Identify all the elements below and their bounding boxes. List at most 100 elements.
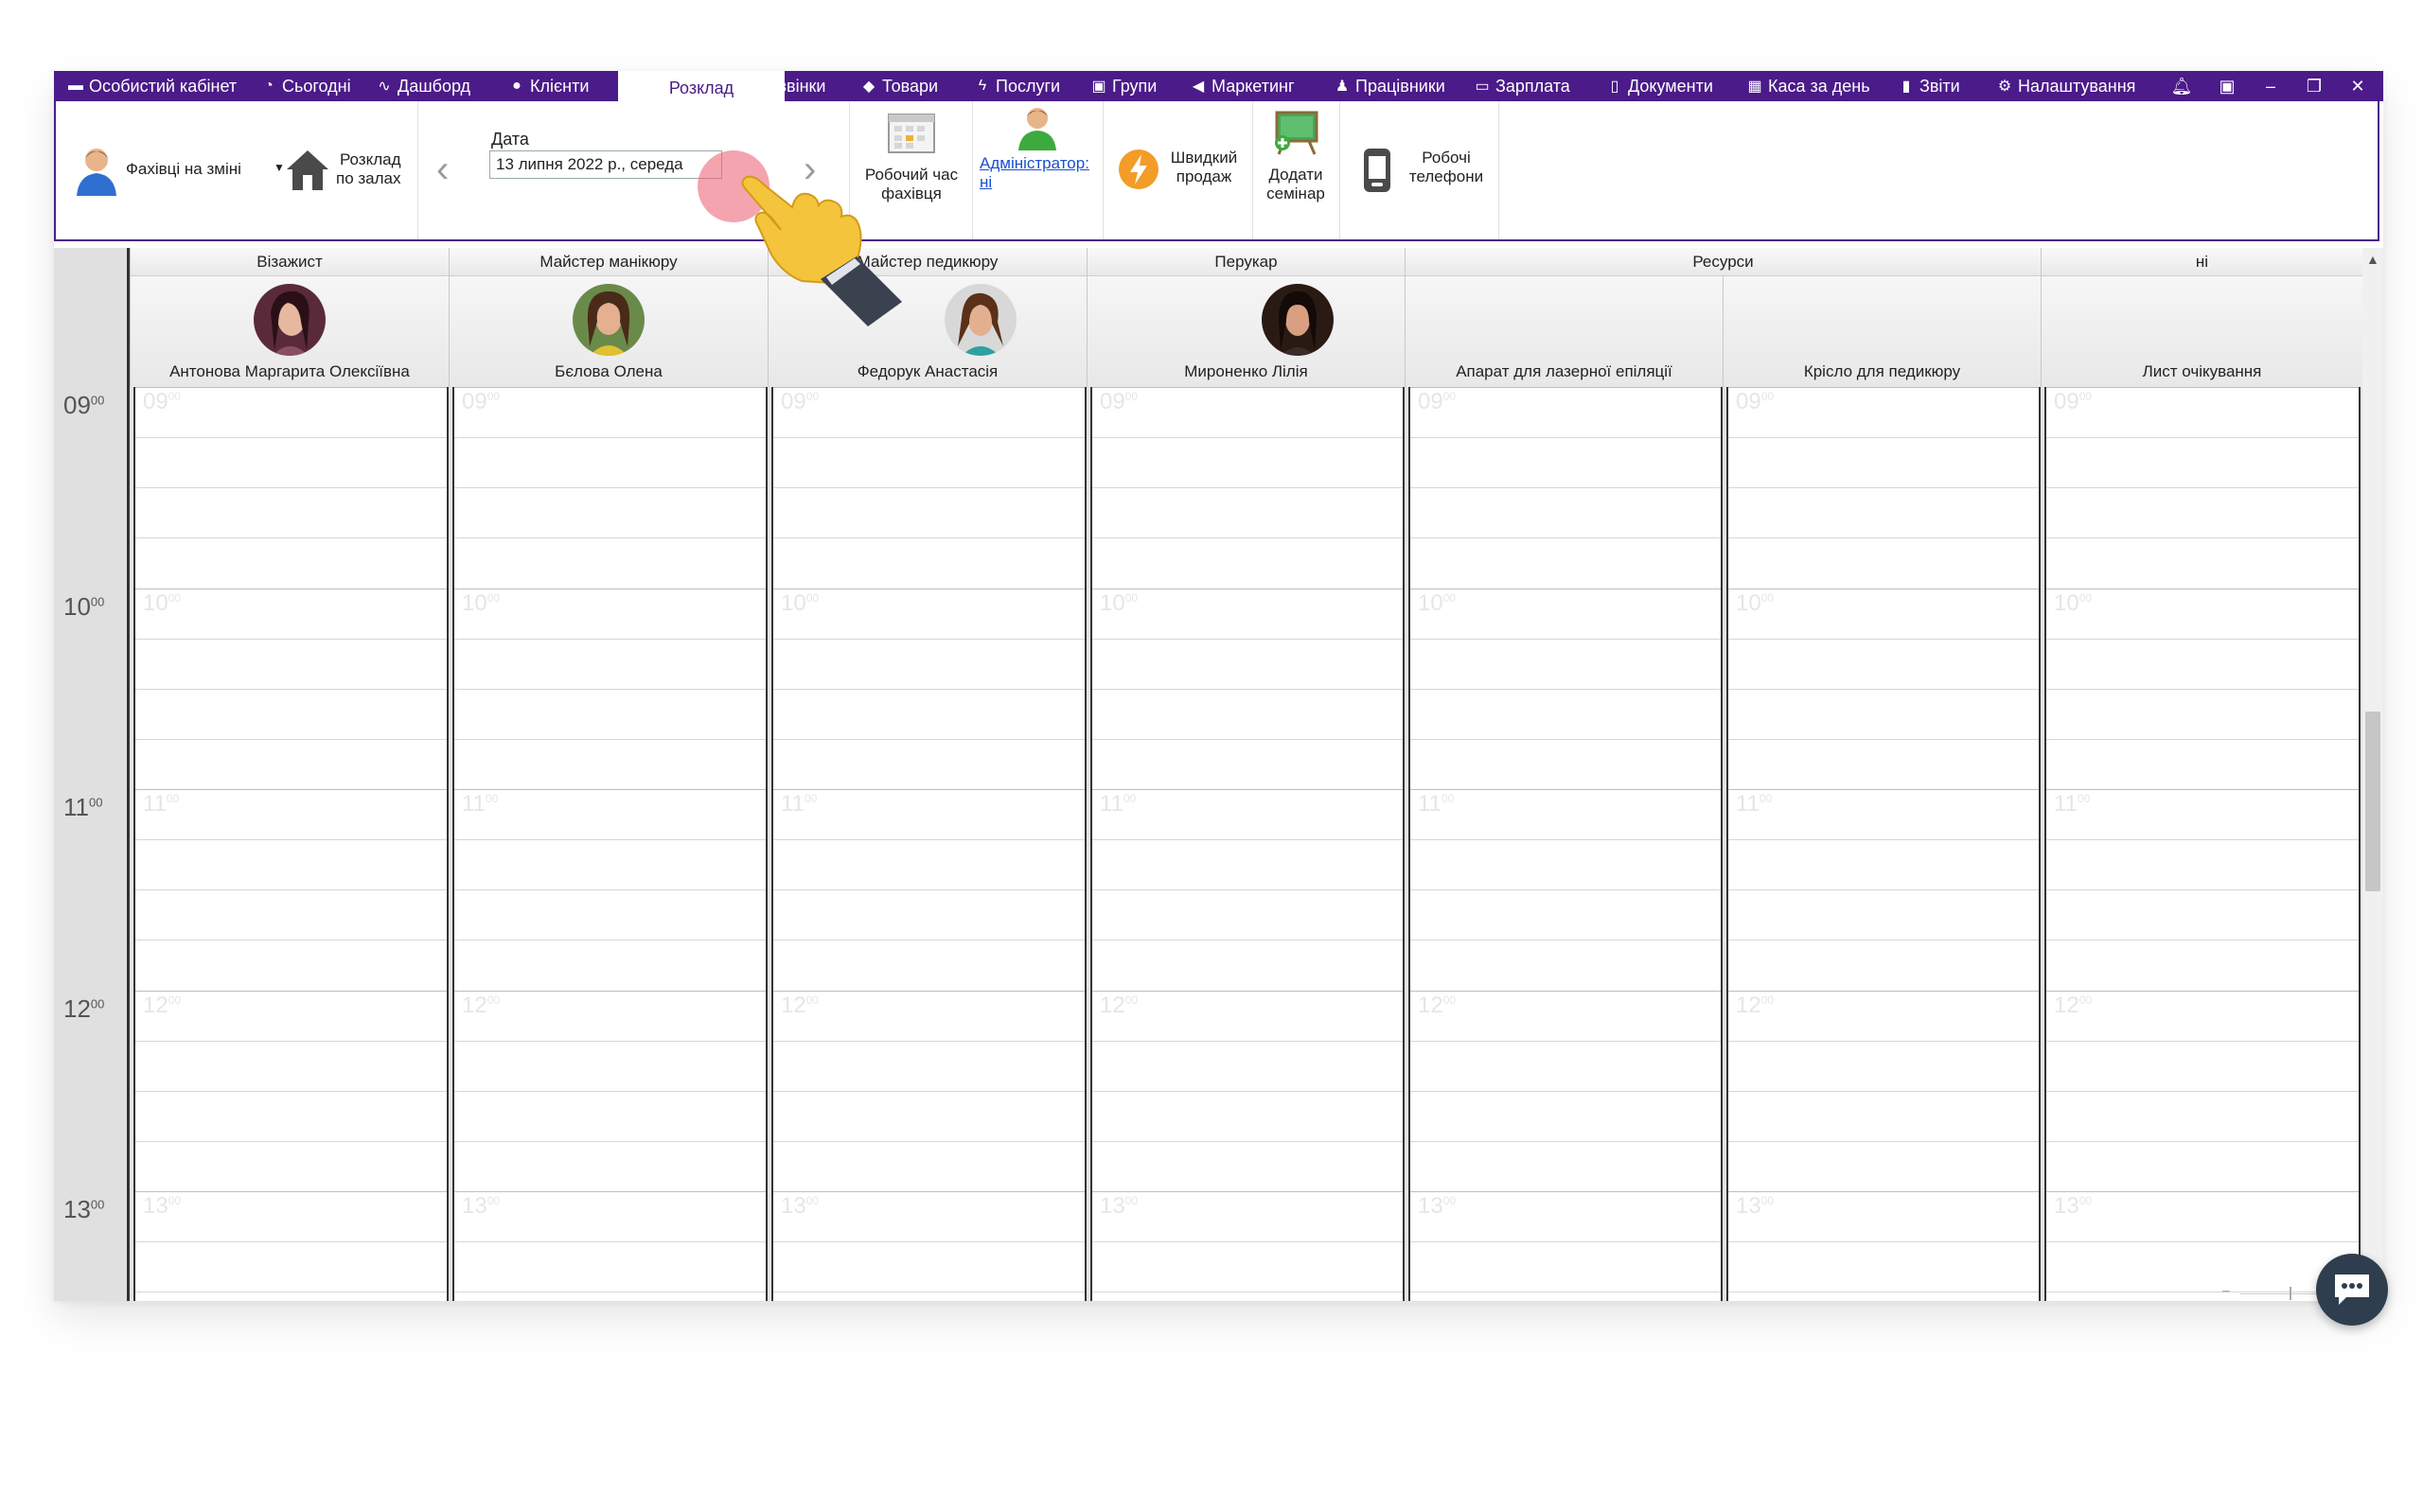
document-icon: ▯ [1610, 79, 1619, 95]
slot-time-ghost: 1100 [1736, 791, 1773, 817]
resource-column[interactable]: 0900 1000 1100 1200 1300 [1408, 387, 1723, 1301]
clock-icon: ◔ [264, 78, 274, 94]
category-header-hairdresser: Перукар [1087, 248, 1405, 276]
money-icon: ▭ [1475, 79, 1490, 95]
prev-date-button[interactable]: ‹ [436, 149, 465, 190]
slot-time-ghost: 1300 [143, 1193, 182, 1219]
chevron-left-icon: ‹ [436, 149, 450, 190]
slot-time-ghost: 0900 [1100, 389, 1139, 414]
notifications-button[interactable]: 🔔︎ [2163, 71, 2201, 101]
hour-label: 1000 [63, 591, 105, 621]
menu-dashboard[interactable]: ∿ Дашборд [376, 71, 470, 101]
resource-name: Антонова Маргарита Олексіївна [169, 362, 410, 380]
specialists-on-shift-button[interactable]: Фахівці на зміні ▼ [73, 145, 285, 202]
slot-time-ghost: 1300 [1736, 1193, 1775, 1219]
chat-button[interactable] [2316, 1254, 2388, 1326]
menu-personal-cabinet[interactable]: ▬ Особистий кабінет [67, 71, 237, 101]
resource-header[interactable]: Крісло для педикюру [1723, 276, 2041, 387]
resource-column[interactable]: 0900 1000 1100 1200 1300 [133, 387, 449, 1301]
zoom-thumb[interactable] [2290, 1287, 2291, 1300]
minimize-icon: – [2265, 76, 2275, 96]
slot-time-ghost: 0900 [143, 389, 182, 414]
resource-header[interactable]: Бєлова Олена [449, 276, 768, 387]
hour-label: 1200 [63, 993, 105, 1023]
slot-time-ghost: 0900 [462, 389, 501, 414]
scrollbar-thumb[interactable] [2365, 712, 2380, 891]
briefcase-icon: ▬ [68, 78, 83, 94]
zoom-out-icon[interactable]: − [2221, 1284, 2230, 1301]
menu-settings[interactable]: ⚙ Налаштування [1996, 71, 2136, 101]
slot-time-ghost: 1200 [781, 992, 820, 1018]
work-phones-button[interactable]: Робочі телефони [1339, 101, 1499, 239]
add-seminar-line2: семінар [1266, 185, 1325, 202]
date-label: Дата [491, 130, 529, 149]
working-time-button[interactable]: Робочий час фахівця [849, 101, 973, 239]
working-time-line1: Робочий час [864, 166, 959, 184]
resource-header[interactable]: Антонова Маргарита Олексіївна [130, 276, 449, 387]
administrator-link[interactable]: Адміністратор: ні [980, 154, 1089, 192]
minimize-button[interactable]: – [2252, 71, 2290, 101]
slot-time-ghost: 0900 [1736, 389, 1775, 414]
pulse-icon: ∿ [378, 79, 391, 95]
slot-time-ghost: 1100 [462, 791, 499, 817]
gear-icon: ⚙ [1997, 79, 2012, 95]
resource-header[interactable]: Апарат для лазерної епіляції [1405, 276, 1723, 387]
menu-employees[interactable]: ♟ Працівники [1334, 71, 1445, 101]
main-menu-bar: ▬ Особистий кабінет ◔ Сьогодні ∿ Дашборд ● К… [54, 71, 2383, 105]
work-phones-line1: Робочі [1422, 149, 1471, 167]
lock-button[interactable]: ▣ [2208, 71, 2246, 101]
menu-cash-day[interactable]: ▦ Каса за день [1746, 71, 1869, 101]
avatar [945, 284, 1017, 356]
working-time-line2: фахівця [881, 185, 942, 202]
resource-column[interactable]: 0900 1000 1100 1200 1300 [1090, 387, 1405, 1301]
work-phones-line2: телефони [1408, 167, 1484, 185]
add-seminar-button[interactable]: Додати семінар [1252, 101, 1340, 239]
resource-header[interactable]: Лист очікування [2041, 276, 2362, 387]
vertical-scrollbar[interactable]: ▲ ▼ [2362, 248, 2383, 1301]
close-button[interactable]: ✕ [2339, 71, 2377, 101]
menu-goods[interactable]: ◆ Товари [860, 71, 938, 101]
category-header-resources: Ресурси [1405, 248, 2041, 276]
person-icon: ♟ [1335, 79, 1350, 95]
slot-time-ghost: 1100 [1100, 791, 1137, 817]
bar-chart-icon: ▮ [1901, 79, 1911, 95]
hour-label: 0900 [63, 391, 105, 419]
resource-name: Крісло для педикюру [1803, 362, 1961, 380]
resource-column[interactable]: 0900 1000 1100 1200 1300 [1726, 387, 2041, 1301]
schedule-by-halls-button[interactable]: Розклад по залах [283, 145, 401, 199]
menu-today[interactable]: ◔ Сьогодні [260, 71, 350, 101]
resource-column[interactable]: 0900 1000 1100 1200 1300 [771, 387, 1087, 1301]
bell-icon: 🔔︎ [2170, 76, 2193, 96]
group-date: ‹ Дата 13 липня 2022 р., середа › [417, 101, 850, 239]
restore-button[interactable]: ❐ [2295, 71, 2333, 101]
resource-header[interactable]: Федорук Анастасія [768, 276, 1087, 387]
house-icon [287, 150, 328, 190]
menu-marketing[interactable]: ◀ Маркетинг [1190, 71, 1295, 101]
next-date-button[interactable]: › [804, 149, 832, 190]
slot-time-ghost: 1000 [462, 589, 501, 616]
resource-header[interactable]: Мироненко Лілія [1087, 276, 1405, 387]
slot-time-ghost: 1300 [1418, 1193, 1457, 1219]
phone-icon: ▯ [749, 79, 758, 95]
resource-name: Бєлова Олена [555, 362, 663, 380]
slot-time-ghost: 1000 [143, 589, 182, 616]
resource-column[interactable]: 0900 1000 1100 1200 1300 [452, 387, 768, 1301]
quick-sale-button[interactable]: Швидкий продаж [1103, 101, 1253, 239]
menu-calls[interactable]: ▯ Дзвінки [745, 71, 826, 101]
slot-time-ghost: 1100 [781, 791, 818, 817]
menu-groups[interactable]: ▣ Групи [1090, 71, 1157, 101]
category-header-pedicure: Майстер педикюру [768, 248, 1087, 276]
slot-time-ghost: 1200 [143, 992, 182, 1018]
specialists-on-shift-label: Фахівці на зміні [126, 160, 241, 178]
administrator-group: Адміністратор: ні [972, 101, 1104, 239]
menu-services[interactable]: ϟ Послуги [974, 71, 1060, 101]
resource-column[interactable]: 0900 1000 1100 1200 1300 [2044, 387, 2361, 1301]
menu-salary[interactable]: ▭ Зарплата [1474, 71, 1569, 101]
menu-reports[interactable]: ▮ Звіти [1898, 71, 1960, 101]
hour-label: 1100 [63, 793, 103, 821]
group-icon: ▣ [1091, 79, 1106, 95]
menu-clients[interactable]: ● Клієнти [508, 71, 589, 101]
scroll-up-icon[interactable]: ▲ [2366, 252, 2379, 267]
date-picker-field[interactable]: 13 липня 2022 р., середа [489, 150, 722, 179]
menu-documents[interactable]: ▯ Документи [1606, 71, 1713, 101]
